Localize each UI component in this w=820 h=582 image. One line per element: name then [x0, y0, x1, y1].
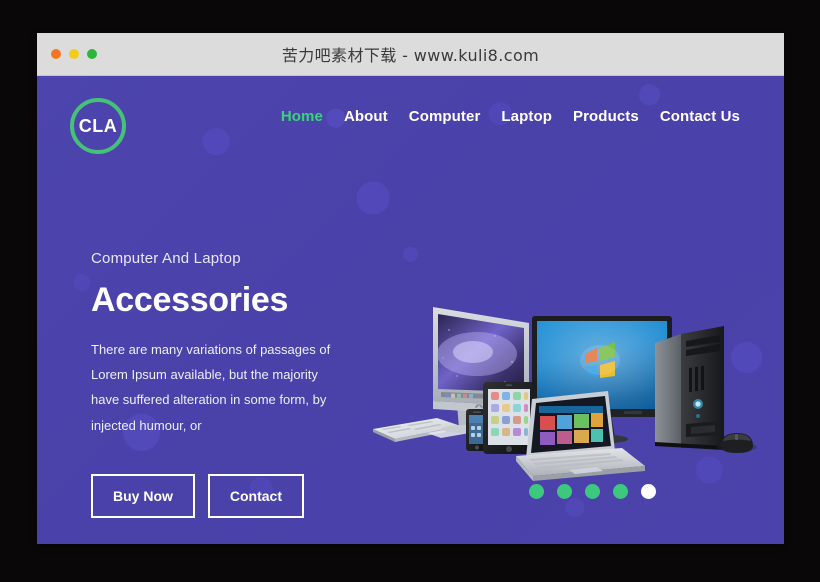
buy-now-button[interactable]: Buy Now [91, 474, 195, 518]
nav-link-products[interactable]: Products [573, 108, 639, 125]
nav-links: Home About Computer Laptop Products Cont… [281, 108, 740, 125]
hero-eyebrow: Computer And Laptop [91, 250, 241, 267]
hero-product-image [369, 296, 769, 481]
nav-link-contact-us[interactable]: Contact Us [660, 108, 740, 125]
browser-titlebar: 苦力吧素材下载 - www.kuli8.com [37, 33, 784, 76]
window-controls [51, 49, 97, 59]
hero-title: Accessories [91, 281, 289, 319]
contact-button[interactable]: Contact [207, 474, 305, 518]
nav-link-laptop[interactable]: Laptop [501, 108, 552, 125]
window-title: 苦力吧素材下载 - www.kuli8.com [281, 46, 540, 65]
site-navbar: CLA Home About Computer Laptop Products … [37, 76, 784, 168]
site-logo[interactable]: CLA [70, 98, 126, 154]
carousel-dot-3[interactable] [585, 484, 600, 499]
hero-cta-group: Buy Now Contact [91, 474, 305, 518]
carousel-dot-2[interactable] [557, 484, 572, 499]
nav-link-computer[interactable]: Computer [409, 108, 481, 125]
browser-window: 苦力吧素材下载 - www.kuli8.com CLA Home About C… [37, 33, 784, 544]
maximize-window-button[interactable] [87, 49, 97, 59]
nav-link-home[interactable]: Home [281, 108, 323, 125]
logo-text: CLA [78, 115, 118, 136]
carousel-dot-5-active[interactable] [641, 484, 656, 499]
carousel-dot-1[interactable] [529, 484, 544, 499]
minimize-window-button[interactable] [69, 49, 79, 59]
web-page: CLA Home About Computer Laptop Products … [37, 76, 784, 544]
carousel-dot-4[interactable] [613, 484, 628, 499]
tablet-icon [483, 382, 535, 454]
desktop-tower-icon [655, 326, 724, 450]
close-window-button[interactable] [51, 49, 61, 59]
hero-text-block: Computer And Laptop Accessories There ar… [91, 250, 391, 438]
hero-paragraph: There are many variations of passages of… [91, 341, 331, 433]
carousel-pagination [529, 484, 656, 499]
nav-link-about[interactable]: About [344, 108, 388, 125]
